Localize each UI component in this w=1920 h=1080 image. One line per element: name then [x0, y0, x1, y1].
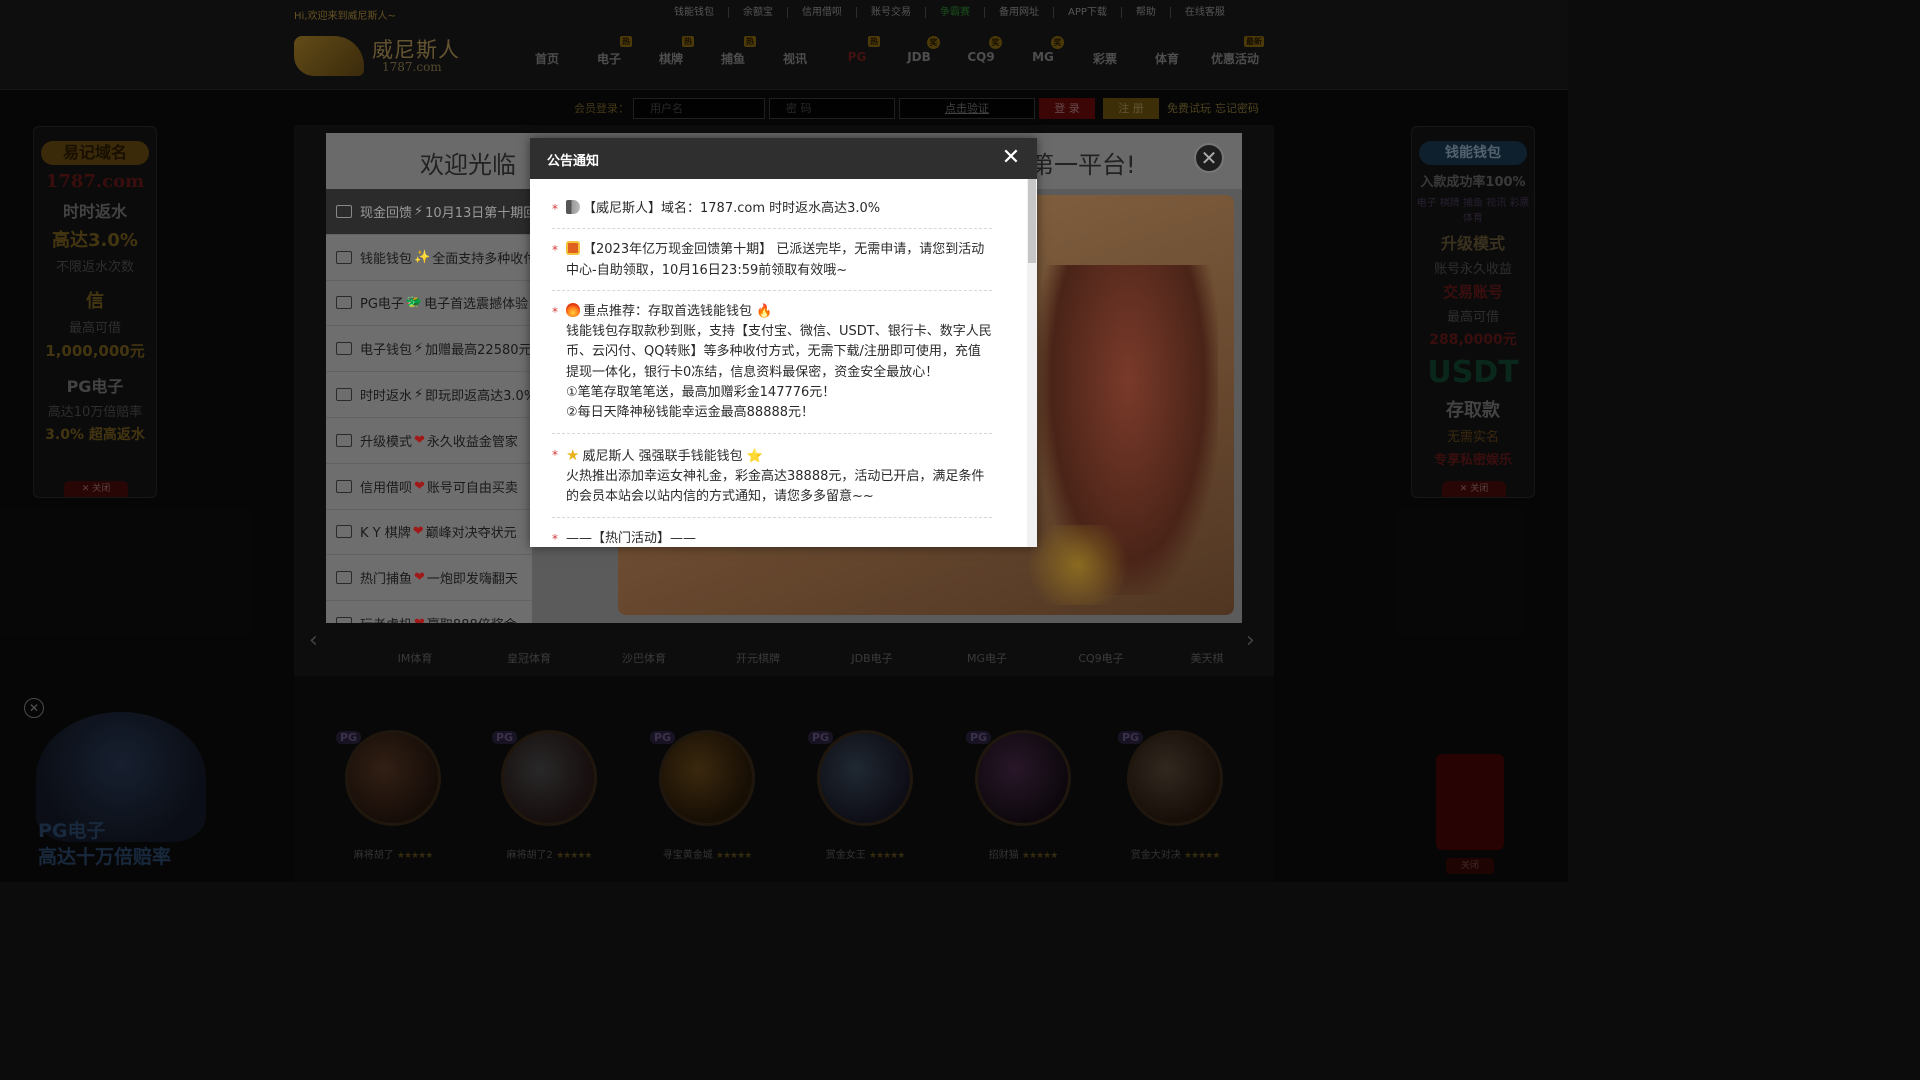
announcement-body: * 【威尼斯人】域名：1787.com 时时返水高达3.0% * 【2023年亿… [530, 179, 1026, 547]
message-icon [336, 617, 352, 623]
announcement-entry: * ★ 威尼斯人 强强联手钱能钱包 ⭐ 火热推出添加幸运女神礼金，彩金高达3888… [552, 445, 992, 518]
welcome-menu-item[interactable]: 现金回馈 ⚡ 10月13日第十期回 [326, 189, 532, 235]
bullet-asterisk: * [552, 243, 558, 258]
welcome-menu-item[interactable]: 电子钱包 ⚡ 加赠最高22580元 [326, 326, 532, 373]
scrollbar-thumb[interactable] [1028, 179, 1036, 263]
bullet-asterisk: * [552, 202, 558, 216]
announcement-header: 公告通知 ✕ [530, 138, 1037, 179]
message-icon [336, 250, 352, 264]
message-icon [336, 571, 352, 585]
welcome-title: 欢迎光临 [420, 151, 516, 179]
message-icon [336, 433, 352, 447]
welcome-menu-item[interactable]: 升级模式 ❤ 永久收益金管家 [326, 418, 532, 464]
message-icon [336, 525, 352, 539]
gift-icon [566, 241, 580, 256]
message-icon [336, 296, 352, 310]
welcome-menu-item[interactable]: 信用借呗 ❤ 账号可自由买卖 [326, 464, 532, 510]
welcome-menu-item[interactable]: 热门捕鱼 ❤ 一炮即发嗨翻天 [326, 555, 532, 602]
announcement-entry: * ——【热门活动】—— [552, 529, 992, 547]
megaphone-icon [566, 200, 580, 214]
message-icon [336, 204, 352, 218]
message-icon [336, 479, 352, 493]
message-icon [336, 388, 352, 402]
bullet-asterisk: * [552, 447, 558, 462]
welcome-menu: 现金回馈 ⚡ 10月13日第十期回 钱能钱包 ✨ 全面支持多种收付 PG电子 🐲 电子首选… [326, 189, 532, 623]
welcome-menu-item[interactable]: 钱能钱包 ✨ 全面支持多种收付 [326, 235, 532, 281]
close-icon[interactable]: ✕ [1000, 147, 1022, 169]
welcome-menu-item[interactable]: 玩老虎机❤赢取888倍奖金 [326, 601, 532, 623]
announcement-dialog: 公告通知 ✕ * 【威尼斯人】域名：1787.com 时时返水高达3.0% * … [530, 138, 1037, 547]
fire-icon [566, 302, 580, 317]
bullet-asterisk: * [552, 304, 558, 319]
announcement-entry: * 重点推荐：存取首选钱能钱包 🔥 钱能钱包存取款秒到账，支持【支付宝、微信、U… [552, 302, 992, 434]
announcement-entry: * 【2023年亿万现金回馈第十期】 已派送完毕，无需申请，请您到活动中心-自助… [552, 240, 992, 291]
message-icon [336, 342, 352, 356]
star-icon: ★ [566, 445, 580, 464]
welcome-menu-item[interactable]: 时时返水 ⚡ 即玩即返高达3.0% [326, 372, 532, 418]
bullet-asterisk: * [552, 531, 558, 546]
close-icon[interactable]: ✕ [1194, 143, 1224, 173]
announcement-title: 公告通知 [547, 154, 600, 169]
welcome-menu-item[interactable]: PG电子 🐲 电子首选震撼体验 [326, 281, 532, 327]
welcome-title-right: 第一平台! [1030, 151, 1136, 179]
scrollbar[interactable] [1027, 179, 1037, 547]
announcement-entry: * 【威尼斯人】域名：1787.com 时时返水高达3.0% [552, 199, 992, 230]
welcome-menu-item[interactable]: K Y 棋牌 ❤ 巅峰对决夺状元 [326, 510, 532, 556]
